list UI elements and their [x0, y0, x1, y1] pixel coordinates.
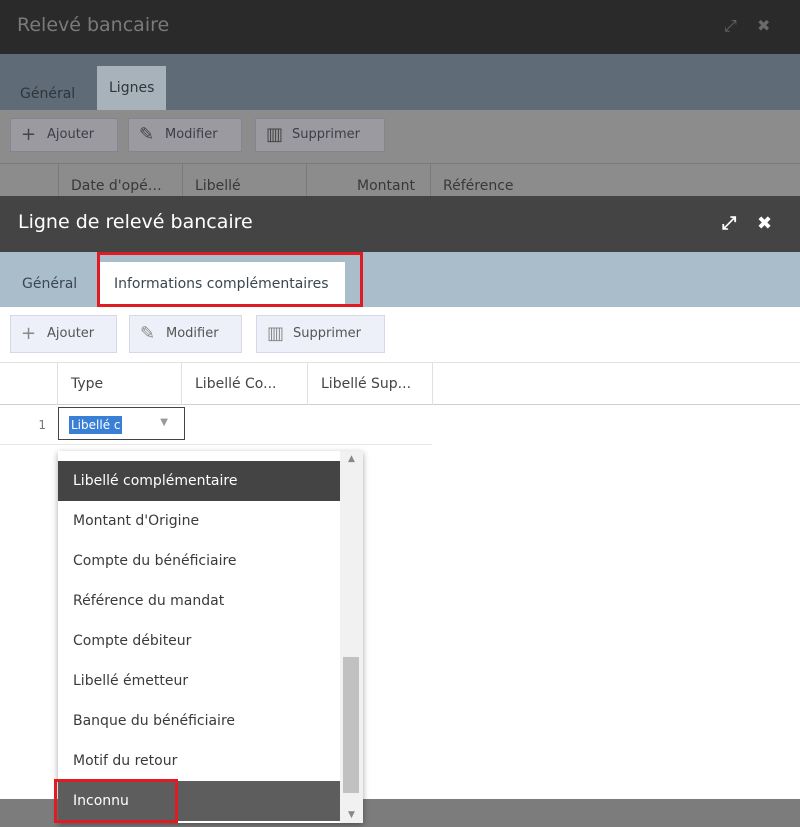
expand-icon[interactable]: ⤢ [724, 16, 737, 36]
dropdown-option[interactable]: Référence du mandat [58, 581, 340, 621]
back-tab-strip: Général Lignes [0, 54, 800, 110]
pencil-icon: ✎ [140, 323, 156, 344]
dialog-titlebar: Ligne de relevé bancaire ⤢ ✖ [0, 196, 800, 252]
chevron-down-icon[interactable]: ▼ [160, 417, 168, 428]
dropdown-option[interactable]: Inconnu [58, 781, 340, 821]
trash-icon: ▥ [267, 323, 285, 344]
back-tab-lines[interactable]: Lignes [97, 66, 167, 110]
expand-icon[interactable]: ⤢ [722, 213, 736, 234]
close-icon[interactable]: ✖ [757, 16, 770, 35]
column-header-label-sup[interactable]: Libellé Sup... [307, 363, 433, 405]
column-header-label-co[interactable]: Libellé Co... [181, 363, 307, 405]
close-icon[interactable]: ✖ [757, 213, 772, 234]
edit-button[interactable]: ✎ Modifier [129, 315, 242, 353]
back-tab-general[interactable]: Général [20, 78, 75, 110]
back-column-header[interactable]: Date d'opé… [58, 164, 182, 196]
back-delete-button[interactable]: ▥ Supprimer [255, 118, 385, 152]
back-edit-button[interactable]: ✎ Modifier [128, 118, 242, 152]
back-grid-header: Date d'opé… Libellé Montant Référence [0, 164, 800, 196]
dropdown-option[interactable]: Libellé complémentaire [58, 461, 340, 501]
dialog-toolbar: + Ajouter ✎ Modifier ▥ Supprimer [0, 307, 800, 363]
dropdown-option[interactable]: Libellé émetteur [58, 661, 340, 701]
back-toolbar: + Ajouter ✎ Modifier ▥ Supprimer [0, 110, 800, 164]
type-select-value: Libellé c [69, 416, 123, 434]
plus-icon: + [21, 124, 37, 145]
scroll-up-icon[interactable]: ▲ [340, 451, 363, 467]
add-button[interactable]: + Ajouter [10, 315, 117, 353]
back-add-button[interactable]: + Ajouter [10, 118, 118, 152]
tab-general[interactable]: Général [22, 267, 77, 301]
pencil-icon: ✎ [139, 124, 155, 145]
grid-header: Type Libellé Co... Libellé Sup... [0, 363, 800, 405]
dropdown-option[interactable]: Montant d'Origine [58, 501, 340, 541]
back-column-header[interactable]: Référence [430, 164, 590, 196]
dropdown-option[interactable]: Compte du bénéficiaire [58, 541, 340, 581]
back-window-title: Relevé bancaire [17, 14, 170, 36]
back-titlebar: Relevé bancaire ⤢ ✖ [0, 0, 800, 54]
scrollbar[interactable]: ▲ ▼ [340, 451, 363, 823]
dropdown-option[interactable]: Compte débiteur [58, 621, 340, 661]
back-column-header[interactable]: Libellé [182, 164, 306, 196]
table-row[interactable]: 1 Libellé c ▼ [0, 405, 432, 445]
row-number: 1 [38, 418, 46, 432]
dropdown-option[interactable]: Motif du retour [58, 741, 340, 781]
scrollbar-thumb[interactable] [343, 657, 359, 793]
tab-additional-info[interactable]: Informations complémentaires [98, 262, 345, 307]
dialog-tab-strip: Général Informations complémentaires [0, 252, 800, 307]
plus-icon: + [21, 323, 37, 344]
back-column-header[interactable]: Montant [306, 164, 430, 196]
scroll-down-icon[interactable]: ▼ [340, 807, 363, 823]
delete-button[interactable]: ▥ Supprimer [256, 315, 385, 353]
trash-icon: ▥ [266, 124, 284, 145]
dropdown-option[interactable]: Banque du bénéficiaire [58, 701, 340, 741]
column-header-type[interactable]: Type [57, 363, 181, 405]
type-dropdown-list[interactable]: Libellé complémentaire Montant d'Origine… [58, 451, 363, 823]
dialog-title: Ligne de relevé bancaire [18, 211, 253, 233]
type-select[interactable]: Libellé c ▼ [58, 407, 185, 440]
